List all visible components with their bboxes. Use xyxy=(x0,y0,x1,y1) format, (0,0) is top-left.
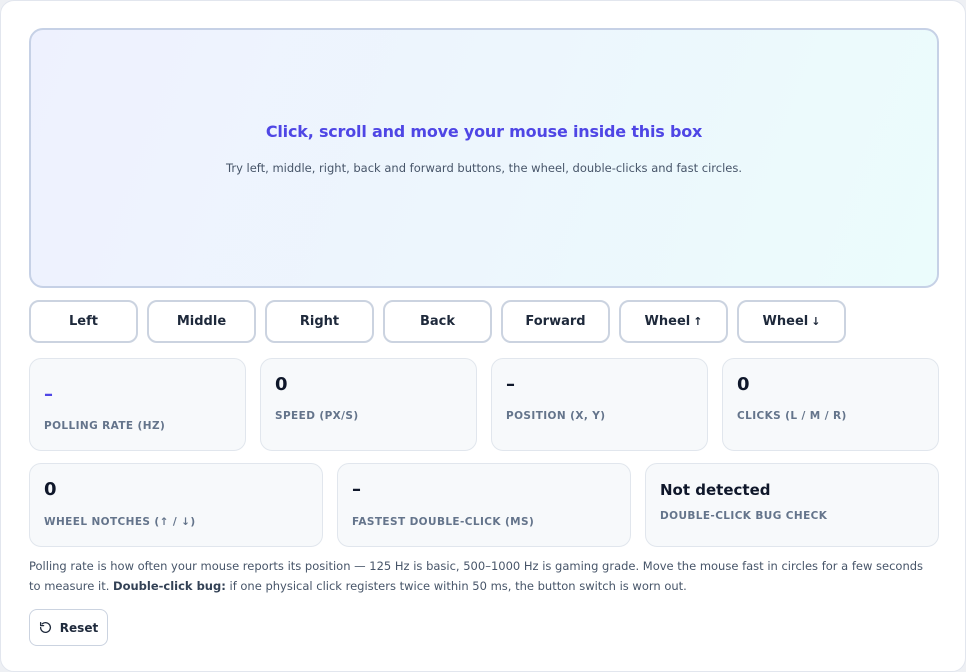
rotate-ccw-icon xyxy=(39,621,51,633)
polling-rate-value: – xyxy=(44,384,53,405)
reset-label: Reset xyxy=(59,620,99,635)
clicks-value: 0 xyxy=(737,374,750,395)
right-button-indicator: Right xyxy=(265,300,374,343)
speed-stat: 0 Speed (px/s) xyxy=(260,358,477,451)
stats-row-1: – Polling rate (Hz) 0 Speed (px/s) – Pos… xyxy=(29,358,939,451)
clicks-stat: 0 Clicks (L / M / R) xyxy=(722,358,939,451)
polling-rate-stat: – Polling rate (Hz) xyxy=(29,358,246,451)
reset-button[interactable]: Reset xyxy=(29,609,108,646)
forward-button-indicator: Forward xyxy=(501,300,610,343)
position-stat: – Position (x, y) xyxy=(491,358,708,451)
clicks-label: Clicks (L / M / R) xyxy=(737,410,847,422)
fastest-double-click-value: – xyxy=(352,479,361,500)
arrow-up-icon: ↑ xyxy=(693,315,703,328)
arrow-down-icon: ↓ xyxy=(811,315,821,328)
double-click-bug-label: Double-click bug check xyxy=(660,510,828,522)
double-click-bug-stat: Not detected Double-click bug check xyxy=(645,463,939,547)
middle-button-indicator: Middle xyxy=(147,300,256,343)
left-button-indicator: Left xyxy=(29,300,138,343)
stats-row-2: 0 Wheel notches (↑ / ↓) – Fastest double… xyxy=(29,463,939,547)
wheel-notches-stat: 0 Wheel notches (↑ / ↓) xyxy=(29,463,323,547)
test-area-subtitle: Try left, middle, right, back and forwar… xyxy=(226,160,742,175)
wheel-down-indicator: Wheel ↓ xyxy=(737,300,846,343)
mouse-test-area[interactable]: Click, scroll and move your mouse inside… xyxy=(29,28,939,288)
mouse-button-indicators: Left Middle Right Back Forward Wheel ↑ Wh… xyxy=(29,300,846,343)
fastest-double-click-label: Fastest double-click (ms) xyxy=(352,516,535,528)
wheel-up-indicator: Wheel ↑ xyxy=(619,300,728,343)
test-area-title: Click, scroll and move your mouse inside… xyxy=(265,121,703,141)
speed-label: Speed (px/s) xyxy=(275,410,359,422)
wheel-notches-label: Wheel notches (↑ / ↓) xyxy=(44,516,196,528)
speed-value: 0 xyxy=(275,374,288,395)
help-note: Polling rate is how often your mouse rep… xyxy=(29,556,929,596)
double-click-bug-value: Not detected xyxy=(660,481,771,499)
fastest-double-click-stat: – Fastest double-click (ms) xyxy=(337,463,631,547)
position-label: Position (x, y) xyxy=(506,410,606,422)
wheel-notches-value: 0 xyxy=(44,479,57,500)
mouse-tester-card: Click, scroll and move your mouse inside… xyxy=(0,0,966,672)
note-text-2: if one physical click registers twice wi… xyxy=(225,579,687,593)
position-value: – xyxy=(506,374,515,395)
note-bold: Double-click bug: xyxy=(113,579,226,593)
back-button-indicator: Back xyxy=(383,300,492,343)
polling-rate-label: Polling rate (Hz) xyxy=(44,420,166,432)
